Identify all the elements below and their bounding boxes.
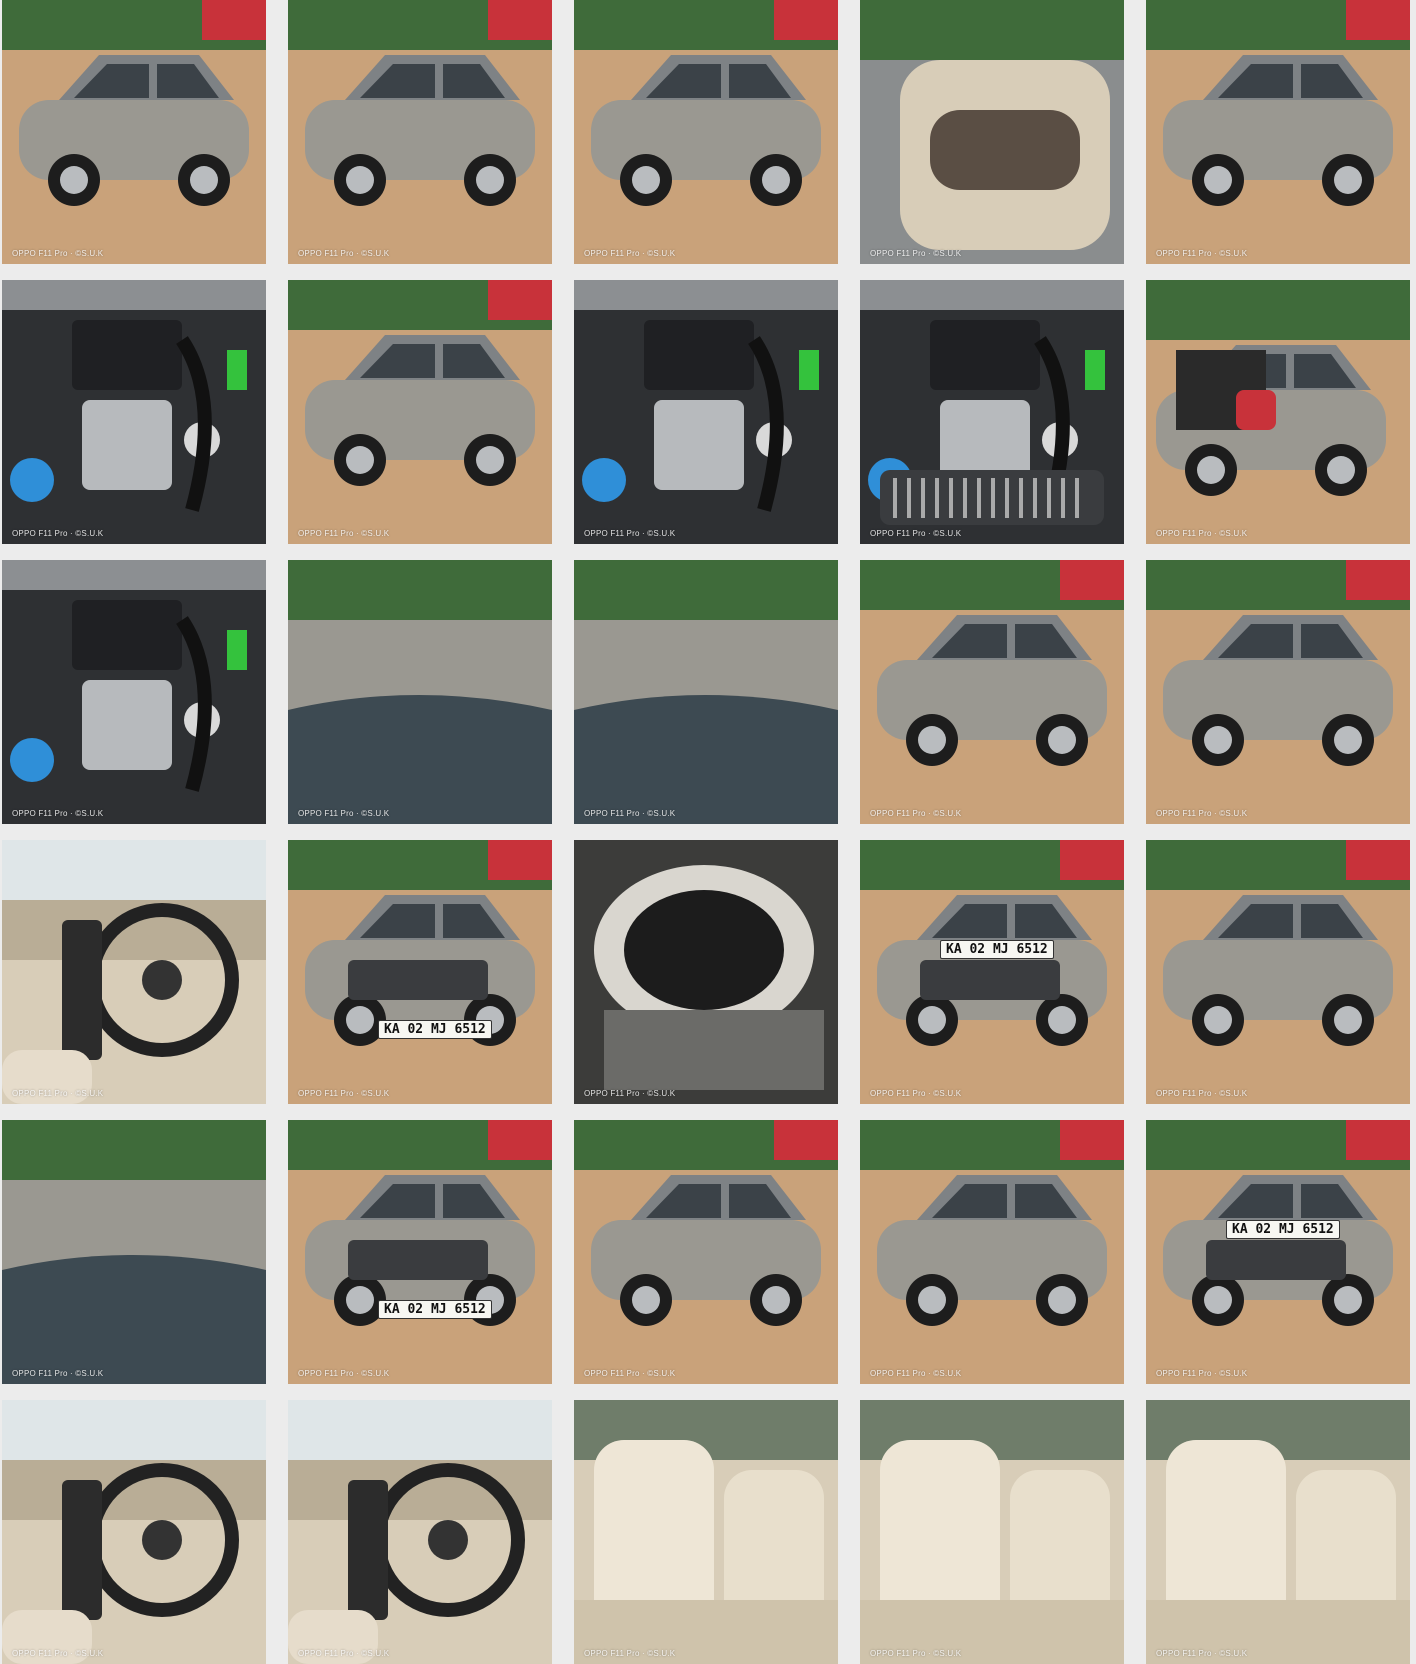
car-photo-image (574, 0, 838, 264)
photo-thumbnail[interactable]: OPPO F11 Pro · ©S.U.K (1146, 0, 1410, 264)
photo-thumbnail[interactable]: OPPO F11 Pro · ©S.U.K KA 02 MJ 6512 (288, 840, 552, 1104)
photo-watermark: OPPO F11 Pro · ©S.U.K (870, 529, 962, 538)
car-photo-image (574, 1400, 838, 1664)
photo-thumbnail[interactable]: OPPO F11 Pro · ©S.U.K (2, 0, 266, 264)
photo-watermark: OPPO F11 Pro · ©S.U.K (298, 529, 390, 538)
photo-watermark: OPPO F11 Pro · ©S.U.K (1156, 529, 1248, 538)
photo-thumbnail[interactable]: OPPO F11 Pro · ©S.U.K (1146, 280, 1410, 544)
photo-watermark: OPPO F11 Pro · ©S.U.K (584, 1369, 676, 1378)
photo-watermark: OPPO F11 Pro · ©S.U.K (584, 809, 676, 818)
car-photo-image (860, 560, 1124, 824)
car-photo-image (574, 840, 838, 1104)
photo-thumbnail[interactable]: OPPO F11 Pro · ©S.U.K (288, 280, 552, 544)
photo-watermark: OPPO F11 Pro · ©S.U.K (870, 1089, 962, 1098)
car-photo-image (288, 840, 552, 1104)
photo-thumbnail[interactable]: OPPO F11 Pro · ©S.U.K (860, 560, 1124, 824)
car-photo-image (2, 0, 266, 264)
license-plate: KA 02 MJ 6512 (378, 1300, 492, 1319)
photo-watermark: OPPO F11 Pro · ©S.U.K (584, 1649, 676, 1658)
license-plate: KA 02 MJ 6512 (1226, 1220, 1340, 1239)
car-photo-image (2, 280, 266, 544)
photo-thumbnail[interactable]: OPPO F11 Pro · ©S.U.K (860, 1120, 1124, 1384)
photo-watermark: OPPO F11 Pro · ©S.U.K (870, 809, 962, 818)
photo-watermark: OPPO F11 Pro · ©S.U.K (1156, 249, 1248, 258)
car-photo-image (860, 1400, 1124, 1664)
photo-thumbnail[interactable]: OPPO F11 Pro · ©S.U.K (574, 0, 838, 264)
photo-watermark: OPPO F11 Pro · ©S.U.K (870, 249, 962, 258)
license-plate: KA 02 MJ 6512 (378, 1020, 492, 1039)
photo-watermark: OPPO F11 Pro · ©S.U.K (12, 1649, 104, 1658)
car-photo-image (1146, 0, 1410, 264)
photo-gallery-grid: OPPO F11 Pro · ©S.U.K OPPO F11 Pro · ©S.… (0, 0, 1416, 1664)
photo-thumbnail[interactable]: OPPO F11 Pro · ©S.U.K (574, 840, 838, 1104)
car-photo-image (288, 560, 552, 824)
photo-watermark: OPPO F11 Pro · ©S.U.K (298, 1649, 390, 1658)
photo-thumbnail[interactable]: OPPO F11 Pro · ©S.U.K KA 02 MJ 6512 (860, 840, 1124, 1104)
photo-thumbnail[interactable]: OPPO F11 Pro · ©S.U.K (860, 1400, 1124, 1664)
photo-watermark: OPPO F11 Pro · ©S.U.K (870, 1649, 962, 1658)
photo-watermark: OPPO F11 Pro · ©S.U.K (12, 1089, 104, 1098)
photo-thumbnail[interactable]: OPPO F11 Pro · ©S.U.K (574, 1400, 838, 1664)
photo-thumbnail[interactable]: OPPO F11 Pro · ©S.U.K KA 02 MJ 6512 (1146, 1120, 1410, 1384)
car-photo-image (288, 1120, 552, 1384)
car-photo-image (1146, 1120, 1410, 1384)
car-photo-image (860, 0, 1124, 264)
photo-watermark: OPPO F11 Pro · ©S.U.K (1156, 1369, 1248, 1378)
photo-thumbnail[interactable]: OPPO F11 Pro · ©S.U.K (1146, 1400, 1410, 1664)
car-photo-image (574, 560, 838, 824)
photo-watermark: OPPO F11 Pro · ©S.U.K (1156, 1089, 1248, 1098)
photo-thumbnail[interactable]: OPPO F11 Pro · ©S.U.K (2, 560, 266, 824)
car-photo-image (288, 1400, 552, 1664)
car-photo-image (574, 1120, 838, 1384)
car-photo-image (2, 1120, 266, 1384)
photo-watermark: OPPO F11 Pro · ©S.U.K (584, 529, 676, 538)
photo-watermark: OPPO F11 Pro · ©S.U.K (298, 1089, 390, 1098)
photo-thumbnail[interactable]: OPPO F11 Pro · ©S.U.K (288, 0, 552, 264)
photo-thumbnail[interactable]: OPPO F11 Pro · ©S.U.K (860, 0, 1124, 264)
car-photo-image (288, 0, 552, 264)
photo-watermark: OPPO F11 Pro · ©S.U.K (1156, 809, 1248, 818)
photo-thumbnail[interactable]: OPPO F11 Pro · ©S.U.K (860, 280, 1124, 544)
license-plate: KA 02 MJ 6512 (940, 940, 1054, 959)
photo-watermark: OPPO F11 Pro · ©S.U.K (298, 809, 390, 818)
photo-thumbnail[interactable]: OPPO F11 Pro · ©S.U.K (1146, 560, 1410, 824)
photo-watermark: OPPO F11 Pro · ©S.U.K (298, 249, 390, 258)
photo-thumbnail[interactable]: OPPO F11 Pro · ©S.U.K (288, 1400, 552, 1664)
photo-thumbnail[interactable]: OPPO F11 Pro · ©S.U.K (574, 280, 838, 544)
photo-watermark: OPPO F11 Pro · ©S.U.K (584, 249, 676, 258)
photo-thumbnail[interactable]: OPPO F11 Pro · ©S.U.K (2, 280, 266, 544)
photo-thumbnail[interactable]: OPPO F11 Pro · ©S.U.K (574, 1120, 838, 1384)
photo-thumbnail[interactable]: OPPO F11 Pro · ©S.U.K (2, 840, 266, 1104)
photo-thumbnail[interactable]: OPPO F11 Pro · ©S.U.K (288, 560, 552, 824)
car-photo-image (288, 280, 552, 544)
photo-thumbnail[interactable]: OPPO F11 Pro · ©S.U.K (2, 1400, 266, 1664)
photo-watermark: OPPO F11 Pro · ©S.U.K (12, 249, 104, 258)
photo-thumbnail[interactable]: OPPO F11 Pro · ©S.U.K (1146, 840, 1410, 1104)
photo-thumbnail[interactable]: OPPO F11 Pro · ©S.U.K KA 02 MJ 6512 (288, 1120, 552, 1384)
photo-thumbnail[interactable]: OPPO F11 Pro · ©S.U.K (574, 560, 838, 824)
photo-thumbnail[interactable]: OPPO F11 Pro · ©S.U.K (2, 1120, 266, 1384)
photo-watermark: OPPO F11 Pro · ©S.U.K (870, 1369, 962, 1378)
car-photo-image (860, 1120, 1124, 1384)
car-photo-image (1146, 840, 1410, 1104)
car-photo-image (2, 840, 266, 1104)
photo-watermark: OPPO F11 Pro · ©S.U.K (12, 809, 104, 818)
car-photo-image (2, 560, 266, 824)
car-photo-image (860, 840, 1124, 1104)
photo-watermark: OPPO F11 Pro · ©S.U.K (12, 1369, 104, 1378)
photo-watermark: OPPO F11 Pro · ©S.U.K (12, 529, 104, 538)
car-photo-image (574, 280, 838, 544)
car-photo-image (1146, 560, 1410, 824)
car-photo-image (2, 1400, 266, 1664)
photo-watermark: OPPO F11 Pro · ©S.U.K (1156, 1649, 1248, 1658)
photo-watermark: OPPO F11 Pro · ©S.U.K (298, 1369, 390, 1378)
car-photo-image (1146, 1400, 1410, 1664)
car-photo-image (860, 280, 1124, 544)
photo-watermark: OPPO F11 Pro · ©S.U.K (584, 1089, 676, 1098)
car-photo-image (1146, 280, 1410, 544)
